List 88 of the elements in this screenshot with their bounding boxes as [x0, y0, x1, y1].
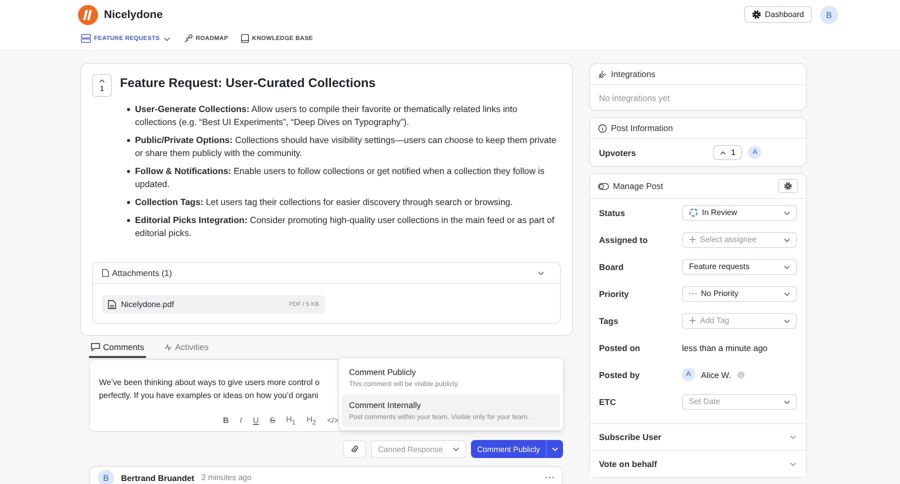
comments-tab[interactable]: Activities — [162, 342, 211, 358]
comment-text: perfectly. If you have examples or ideas on how you’d organi — [99, 390, 318, 402]
bullet-icon — [127, 170, 130, 173]
user-name: Alice W. — [701, 370, 731, 380]
chevron-down-icon — [537, 269, 545, 277]
field-label: Status — [599, 208, 626, 218]
attachments-title: Attachments (1) — [112, 268, 172, 278]
user-avatar: B — [98, 470, 114, 484]
chevron-down-icon — [783, 262, 791, 270]
dots-icon — [689, 292, 697, 295]
info-icon — [736, 370, 745, 378]
user-avatar[interactable]: B — [820, 6, 838, 24]
chevron-down-icon — [783, 398, 791, 406]
comment-time: 2 minutes ago — [201, 473, 252, 482]
collapsible-section[interactable]: Vote on behalf — [590, 450, 806, 477]
field-label: Priority — [599, 288, 630, 298]
option-title: Comment Internally — [349, 400, 422, 410]
field-value: less than a minute ago — [682, 342, 768, 352]
format-button[interactable]: S — [270, 415, 276, 427]
status-select[interactable]: In Review — [682, 204, 797, 220]
chevron-down-icon — [783, 316, 791, 324]
field-label: Posted by — [599, 370, 641, 380]
bullet-item: Editorial Picks Integration: Consider promoting high-quality user collections in the main feed or as part of editorial picks. — [135, 214, 556, 240]
field-label: Posted on — [599, 342, 642, 352]
submit-options-button[interactable] — [546, 440, 563, 458]
format-button[interactable]: H$_{1}$ — [286, 415, 296, 427]
option-title: Comment Publicly — [349, 367, 417, 377]
progress-icon — [689, 208, 698, 217]
toggle-icon — [598, 182, 609, 190]
settings-button[interactable] — [778, 179, 798, 193]
chevron-icon — [789, 433, 797, 441]
plug-icon — [598, 70, 607, 78]
chevron-down-icon — [783, 208, 791, 216]
upvote-button[interactable]: 1 — [713, 145, 742, 160]
comment-author: Bertrand Bruandet — [121, 473, 194, 483]
chevron-down-icon — [783, 290, 791, 298]
comment-text: We’ve been thinking about ways to give users more control o — [99, 377, 320, 389]
bullet-item: Follow & Notifications: Enable users to follow collections or get notified when a collection they follow is updated. — [135, 165, 546, 191]
select-field[interactable]: Feature requests — [682, 258, 797, 274]
field-label: Upvoters — [599, 148, 637, 158]
field-label: Tags — [599, 316, 620, 326]
activity-icon — [164, 344, 172, 350]
card-title: Manage Post — [613, 181, 664, 191]
chevron-down-icon — [452, 445, 460, 453]
format-button[interactable]: B — [223, 415, 229, 427]
bullet-icon — [127, 108, 130, 111]
card-title: Post Information — [611, 123, 673, 133]
bullet-icon — [127, 139, 130, 142]
priority-select[interactable]: No Priority — [682, 286, 797, 302]
field-label: ETC — [599, 396, 617, 406]
field-label: Assigned to — [599, 234, 649, 244]
field-label: Board — [599, 262, 625, 272]
card-title: Integrations — [611, 69, 656, 79]
route-icon — [184, 34, 193, 43]
bullet-icon — [127, 201, 130, 204]
logo-icon — [78, 4, 98, 24]
chevron-down-icon — [783, 236, 791, 244]
dashboard-button[interactable]: Dashboard — [744, 6, 812, 23]
file-name: Nicelydone.pdf — [121, 300, 175, 309]
format-button[interactable]: </> — [327, 415, 339, 427]
chevron-icon — [789, 460, 797, 468]
post-title: Feature Request: User-Curated Collections — [120, 76, 376, 90]
book-icon — [241, 34, 250, 43]
empty-message: No integrations yet — [599, 92, 670, 102]
plus-icon — [689, 317, 696, 324]
document-icon — [108, 300, 116, 309]
chevron-down-icon — [162, 34, 171, 42]
bullet-item: Collection Tags: Let users tag their collections for easier discovery through search or browsing. — [135, 196, 513, 209]
caret-up-icon — [720, 150, 726, 154]
gear-icon — [784, 182, 792, 190]
list-icon — [81, 34, 91, 43]
gear-icon — [752, 10, 761, 19]
format-button[interactable]: I — [240, 415, 242, 427]
attach-button[interactable] — [343, 440, 366, 458]
chevron-down-icon — [551, 445, 559, 453]
caret-up-icon — [99, 78, 105, 82]
bullet-item: Public/Private Options: Collections should have visibility settings—users can choose to keep them private or share them publicly with the community. — [135, 134, 558, 160]
format-button[interactable]: H$_{2}$ — [306, 415, 316, 427]
bullet-icon — [127, 219, 130, 222]
file-icon — [102, 269, 109, 277]
more-icon[interactable] — [545, 476, 554, 479]
format-button[interactable]: U — [253, 415, 259, 427]
paperclip-icon — [351, 444, 358, 454]
bullet-item: User-Generate Collections: Allow users to compile their favorite or thematically related links into collections (e.g. “Best UI Experiments”, “Deep Dives on Typography”). — [135, 103, 518, 129]
brand-name: Nicelydone — [104, 8, 163, 20]
plus-icon — [689, 236, 696, 243]
info-icon — [598, 124, 607, 132]
comment-icon — [91, 343, 100, 351]
